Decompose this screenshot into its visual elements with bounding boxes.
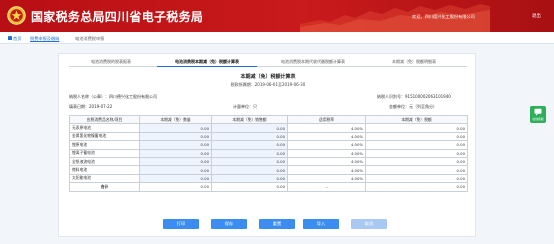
welcome-user: 欢迎，四川德兴化工股份有限公司 (412, 14, 475, 19)
print-button[interactable]: 打印 (163, 219, 199, 229)
home-link[interactable]: 首页 (8, 36, 21, 42)
sales-input[interactable]: 0.00 (211, 131, 288, 142)
table-row: 锂原电池 0.00 0.00 4.00% 0.00 (69, 140, 468, 150)
table-header-row: 应税消费品名称/项目 本期减（免）数量 本期减（免）销售额 适用税率 本期减（免… (69, 114, 468, 125)
row-name: 太阳能电池 (69, 173, 140, 184)
fill-date: 填表日期：2019-07-22 (69, 104, 113, 109)
app-title: 国家税务总局四川省电子税务局 (31, 10, 204, 24)
tax-period: 税款所属期：2019-06-01至2019-06-30 (230, 82, 306, 87)
app-header: 国家税务总局四川省电子税务局 欢迎，四川德兴化工股份有限公司 退出 (0, 0, 554, 32)
rate-cell: 4.00% (287, 131, 366, 142)
sales-input[interactable]: 0.00 (211, 165, 288, 175)
col-header-sales: 本期减（免）销售额 (211, 114, 288, 125)
tax-cell: 0.00 (365, 165, 468, 175)
total-qty: 0.00 (139, 182, 212, 192)
tax-cell: 0.00 (365, 131, 468, 142)
save-button[interactable]: 保存 (211, 219, 247, 229)
row-name: 金属氢化物镍蓄电池 (69, 131, 140, 142)
total-label: 合计 (69, 182, 140, 192)
total-row: 合计 0.00 0.00 -- 0.00 (69, 182, 468, 192)
reduction-table: 应税消费品名称/项目 本期减（免）数量 本期减（免）销售额 适用税率 本期减（免… (69, 114, 468, 192)
sales-input[interactable]: 0.00 (211, 173, 288, 184)
table-row: 全钒液流电池 0.00 0.00 4.00% 0.00 (69, 156, 468, 167)
tax-cell: 0.00 (365, 123, 468, 133)
qty-input[interactable]: 0.00 (139, 148, 212, 158)
col-header-tax: 本期减（免）税额 (365, 114, 468, 125)
rate-cell: 4.00% (287, 140, 366, 150)
tax-cell: 0.00 (365, 140, 468, 150)
qty-input[interactable]: 0.00 (139, 156, 212, 167)
form-title: 本期减（免）税额计算表 (240, 74, 296, 80)
table-row: 太阳能电池 0.00 0.00 4.00% 0.00 (69, 173, 468, 184)
unit-label: 计量单位：只 (233, 104, 257, 109)
online-service-button[interactable]: 在线客服 (530, 106, 546, 123)
rate-cell: 4.00% (287, 165, 366, 175)
cancel-button[interactable]: 取消 (351, 219, 387, 229)
rate-cell: 4.00% (287, 148, 366, 158)
table-row: 锂离子蓄电池 0.00 0.00 4.00% 0.00 (69, 148, 468, 158)
qty-input[interactable]: 0.00 (139, 140, 212, 150)
tab-main-report[interactable]: 电池消费税的税表报表 (69, 57, 153, 67)
total-rate: -- (287, 182, 366, 192)
tax-cell: 0.00 (365, 156, 468, 167)
sales-input[interactable]: 0.00 (211, 148, 288, 158)
breadcrumb-battery-tax[interactable]: 电池消费税申报 (75, 36, 104, 42)
total-tax: 0.00 (365, 182, 468, 192)
breadcrumb-tax-filing[interactable]: 税费申报及缴纳 (30, 36, 59, 42)
col-header-item: 应税消费品名称/项目 (69, 114, 140, 125)
col-header-qty: 本期减（免）数量 (139, 114, 212, 125)
reset-button[interactable]: 重置 (259, 219, 295, 229)
taxpayer-name: 纳税人名称（公章）：四川德兴化工股份有限公司 (69, 94, 157, 99)
table-row: 无汞原电池 0.00 0.00 4.00% 0.00 (69, 123, 468, 133)
total-sales: 0.00 (211, 182, 288, 192)
table-row: 金属氢化物镍蓄电池 0.00 0.00 4.00% 0.00 (69, 131, 468, 142)
col-header-rate: 适用税率 (287, 114, 366, 125)
row-name: 锂原电池 (69, 140, 140, 150)
tax-emblem-icon (7, 6, 26, 25)
action-bar: 打印 保存 重置 导入 取消 (0, 219, 554, 229)
rate-cell: 4.00% (287, 123, 366, 133)
sales-input[interactable]: 0.00 (211, 156, 288, 167)
home-icon (8, 36, 12, 40)
sales-input[interactable]: 0.00 (211, 123, 288, 133)
rate-cell: 4.00% (287, 173, 366, 184)
import-button[interactable]: 导入 (303, 219, 339, 229)
tab-reduction-detail[interactable]: 本期减（免）税额明细表 (369, 57, 459, 67)
exit-button[interactable]: 退出 (532, 13, 541, 19)
amount-unit: 金额单位：元（列至角分） (389, 104, 437, 109)
breadcrumb: 首页 税费申报及缴纳 电池消费税申报 (0, 32, 554, 44)
row-name: 全钒液流电池 (69, 156, 140, 167)
sales-input[interactable]: 0.00 (211, 140, 288, 150)
table-row: 燃料电池 0.00 0.00 4.00% 0.00 (69, 165, 468, 175)
qty-input[interactable]: 0.00 (139, 173, 212, 184)
form-panel: 电池消费税的税表报表 电池消费税本期减（免）税额计算表 电池消费税本期代收代缴税… (58, 53, 476, 237)
tab-withholding-calc[interactable]: 电池消费税本期代收代缴税额计算表 (263, 57, 363, 67)
qty-input[interactable]: 0.00 (139, 165, 212, 175)
qty-input[interactable]: 0.00 (139, 131, 212, 142)
chat-icon (534, 108, 542, 116)
rate-cell: 4.00% (287, 156, 366, 167)
tax-cell: 0.00 (365, 173, 468, 184)
tab-reduction-calc[interactable]: 电池消费税本期减（免）税额计算表 (157, 57, 257, 67)
qty-input[interactable]: 0.00 (139, 123, 212, 133)
online-service-label: 在线客服 (532, 117, 544, 121)
row-name: 燃料电池 (69, 165, 140, 175)
form-tabs: 电池消费税的税表报表 电池消费税本期减（免）税额计算表 电池消费税本期代收代缴税… (69, 57, 467, 67)
taxpayer-id: 纳税人识别号：915100002063101940 (377, 94, 451, 99)
tax-cell: 0.00 (365, 148, 468, 158)
row-name: 无汞原电池 (69, 123, 140, 133)
row-name: 锂离子蓄电池 (69, 148, 140, 158)
home-label: 首页 (13, 35, 22, 41)
